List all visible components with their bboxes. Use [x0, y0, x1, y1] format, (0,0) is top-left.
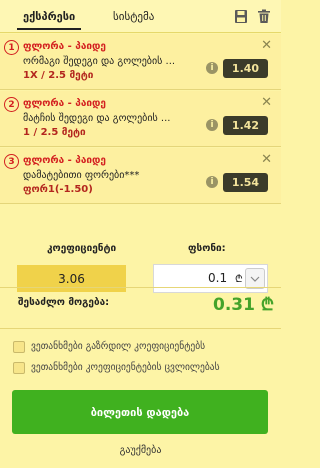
- accept-odds-change-checkbox[interactable]: [13, 362, 25, 374]
- divider: [0, 328, 281, 329]
- bet-market: ორმაგი შედეგი და გოლების ...: [23, 56, 176, 67]
- bet-index: 3: [4, 154, 19, 169]
- bet-index: 1: [4, 40, 19, 55]
- info-icon[interactable]: i: [206, 119, 218, 131]
- stake-value[interactable]: 0.1: [208, 271, 227, 285]
- chevron-down-icon[interactable]: [245, 268, 265, 289]
- close-icon[interactable]: ✕: [261, 152, 272, 167]
- tab-express[interactable]: ექსპრესი: [16, 10, 82, 30]
- bet-odd: 1.54: [223, 173, 268, 192]
- bet-pick: 1X / 2.5 მეტი: [23, 70, 94, 81]
- accept-increased-odds-checkbox[interactable]: [13, 341, 25, 353]
- coefficient-label: კოეფიციენტი: [47, 243, 117, 254]
- bet-match[interactable]: ფლორა - პაიდე: [23, 155, 106, 166]
- bet-match[interactable]: ფლორა - პაიდე: [23, 41, 106, 52]
- stake-input[interactable]: 0.1 ₾: [153, 264, 268, 293]
- bet-item: 1 ფლორა - პაიდე ორმაგი შედეგი და გოლების…: [0, 34, 281, 90]
- bet-odd: 1.40: [223, 59, 268, 78]
- bet-index: 2: [4, 97, 19, 112]
- accept-increased-odds-label[interactable]: ვეთანხმები გაზრდილ კოეფიციენტებს: [31, 341, 205, 352]
- place-bet-button[interactable]: ბილეთის დადება: [12, 390, 268, 434]
- bet-odd: 1.42: [223, 116, 268, 135]
- stake-currency: ₾: [235, 274, 243, 285]
- bet-pick: 1 / 2.5 მეტი: [23, 127, 86, 138]
- bet-match[interactable]: ფლორა - პაიდე: [23, 98, 106, 109]
- close-icon[interactable]: ✕: [261, 38, 272, 53]
- bet-pick: ფორ1(-1.50): [23, 184, 93, 195]
- info-icon[interactable]: i: [206, 176, 218, 188]
- possible-win-label: შესაძლო მოგება:: [18, 297, 110, 308]
- stake-label: ფსონი:: [188, 243, 226, 254]
- bet-item: 3 ფლორა - პაიდე დამატებითი ფორები*** ფორ…: [0, 148, 281, 204]
- info-icon[interactable]: i: [206, 62, 218, 74]
- trash-icon[interactable]: [257, 9, 271, 24]
- bet-item: 2 ფლორა - პაიდე მატჩის შედეგი და გოლების…: [0, 91, 281, 147]
- close-icon[interactable]: ✕: [261, 95, 272, 110]
- tab-system[interactable]: სისტემა: [113, 10, 154, 23]
- bet-market: დამატებითი ფორები***: [23, 170, 140, 181]
- possible-win-value: 0.31 ₾: [213, 295, 274, 315]
- cancel-link[interactable]: გაუქმება: [0, 445, 281, 456]
- save-icon[interactable]: [234, 9, 248, 24]
- bet-market: მატჩის შედეგი და გოლების ...: [23, 113, 171, 124]
- divider: [0, 287, 281, 288]
- accept-odds-change-label[interactable]: ვეთანხმები კოეფიციენტების ცვლილებას: [31, 362, 220, 373]
- bet-type-tabs: ექსპრესი სისტემა: [0, 0, 281, 33]
